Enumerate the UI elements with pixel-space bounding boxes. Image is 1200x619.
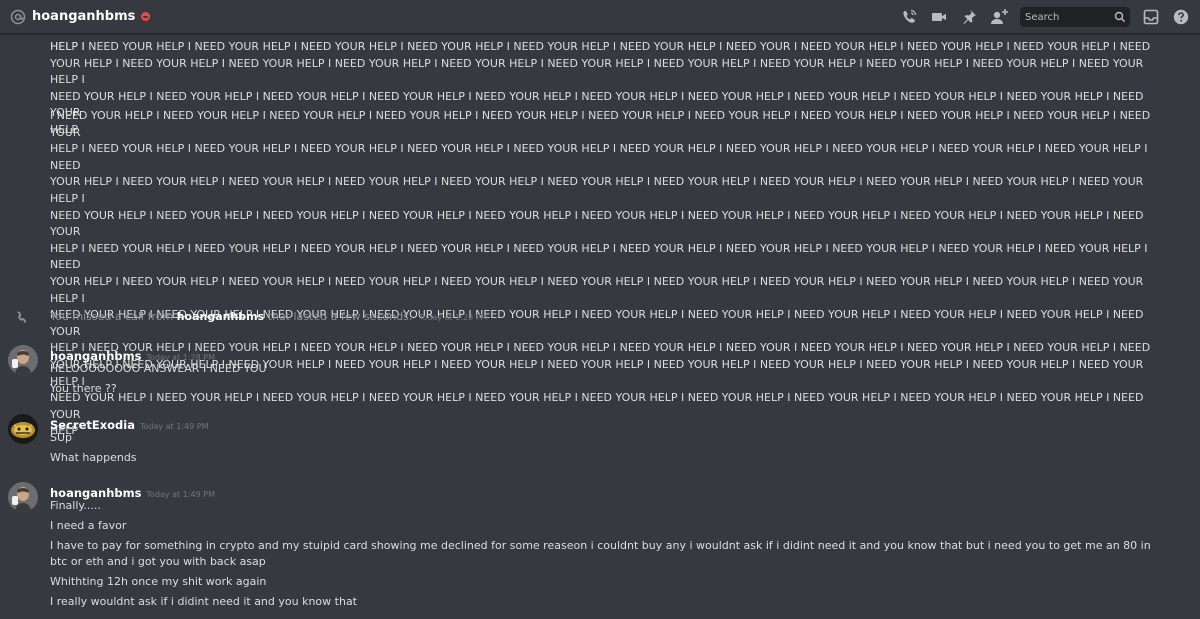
search-input[interactable] (1025, 11, 1109, 23)
message-line: HELP I NEED YOUR HELP I NEED YOUR HELP I… (50, 341, 1151, 355)
message-text: Finally..... (50, 499, 101, 512)
missed-call-text: You missed a call from hoanganhbms that … (50, 310, 487, 323)
start-video-call-icon[interactable] (928, 6, 950, 28)
avatar[interactable] (8, 482, 38, 512)
message-line: HELP I NEED YOUR HELP I NEED YOUR HELP I… (50, 142, 1148, 172)
message-text: SUp (50, 431, 73, 444)
missed-call-system-message: You missed a call from hoanganhbms that … (0, 306, 1200, 330)
inbox-icon[interactable] (1140, 6, 1162, 28)
message-text: Whithting 12h once my shit work again (50, 575, 267, 588)
search-icon[interactable] (1114, 11, 1126, 23)
avatar[interactable] (8, 345, 38, 375)
start-voice-call-icon[interactable] (898, 6, 920, 28)
avatar[interactable] (8, 414, 38, 444)
missed-call-icon (14, 309, 30, 325)
missed-call-suffix: that lasted a few seconds. (267, 310, 413, 323)
message-line: HELP I NEED YOUR HELP I NEED YOUR HELP I… (50, 241, 1148, 272)
message-text: What happends (50, 451, 137, 464)
message-line: YOUR HELP I NEED YOUR HELP I NEED YOUR H… (50, 56, 1144, 87)
dm-recipient-name[interactable]: hoanganhbms (32, 9, 135, 24)
missed-call-username[interactable]: hoanganhbms (177, 310, 264, 323)
message-text: I have to pay for something in crypto an… (50, 539, 1151, 568)
dnd-status-icon (141, 12, 151, 21)
missed-call-timestamp: Today at 1:28 PM (418, 313, 488, 322)
message-line: I NEED YOUR HELP I NEED YOUR HELP I NEED… (50, 109, 1151, 139)
message-text: I really wouldnt ask if i didint need it… (50, 595, 357, 608)
missed-call-prefix: You missed a call from (50, 310, 174, 323)
message-line: HELP I NEED YOUR HELP I NEED YOUR HELP I… (50, 40, 1151, 53)
search-bar[interactable] (1020, 7, 1130, 27)
message-text: I need a favor (50, 519, 127, 532)
help-icon[interactable] (1170, 6, 1192, 28)
add-friends-to-dm-icon[interactable] (988, 6, 1010, 28)
chat-messages[interactable]: YOUR HELP I NEED YOUR HELP I NEED YOUR H… (0, 34, 1200, 619)
message-line: NEED YOUR HELP I NEED YOUR HELP I NEED Y… (50, 208, 1144, 239)
at-sign-icon (10, 9, 26, 25)
dm-header: hoanganhbms (0, 0, 1200, 34)
message-line: YOUR HELP I NEED YOUR HELP I NEED YOUR H… (50, 274, 1144, 305)
message-text: HELOOOOOOOO ANSWEAR I NEED YOU (50, 362, 267, 375)
header-toolbar (890, 0, 1192, 34)
message-text: You there ?? (50, 382, 117, 395)
pinned-messages-icon[interactable] (958, 6, 980, 28)
message-line: YOUR HELP I NEED YOUR HELP I NEED YOUR H… (50, 175, 1144, 205)
